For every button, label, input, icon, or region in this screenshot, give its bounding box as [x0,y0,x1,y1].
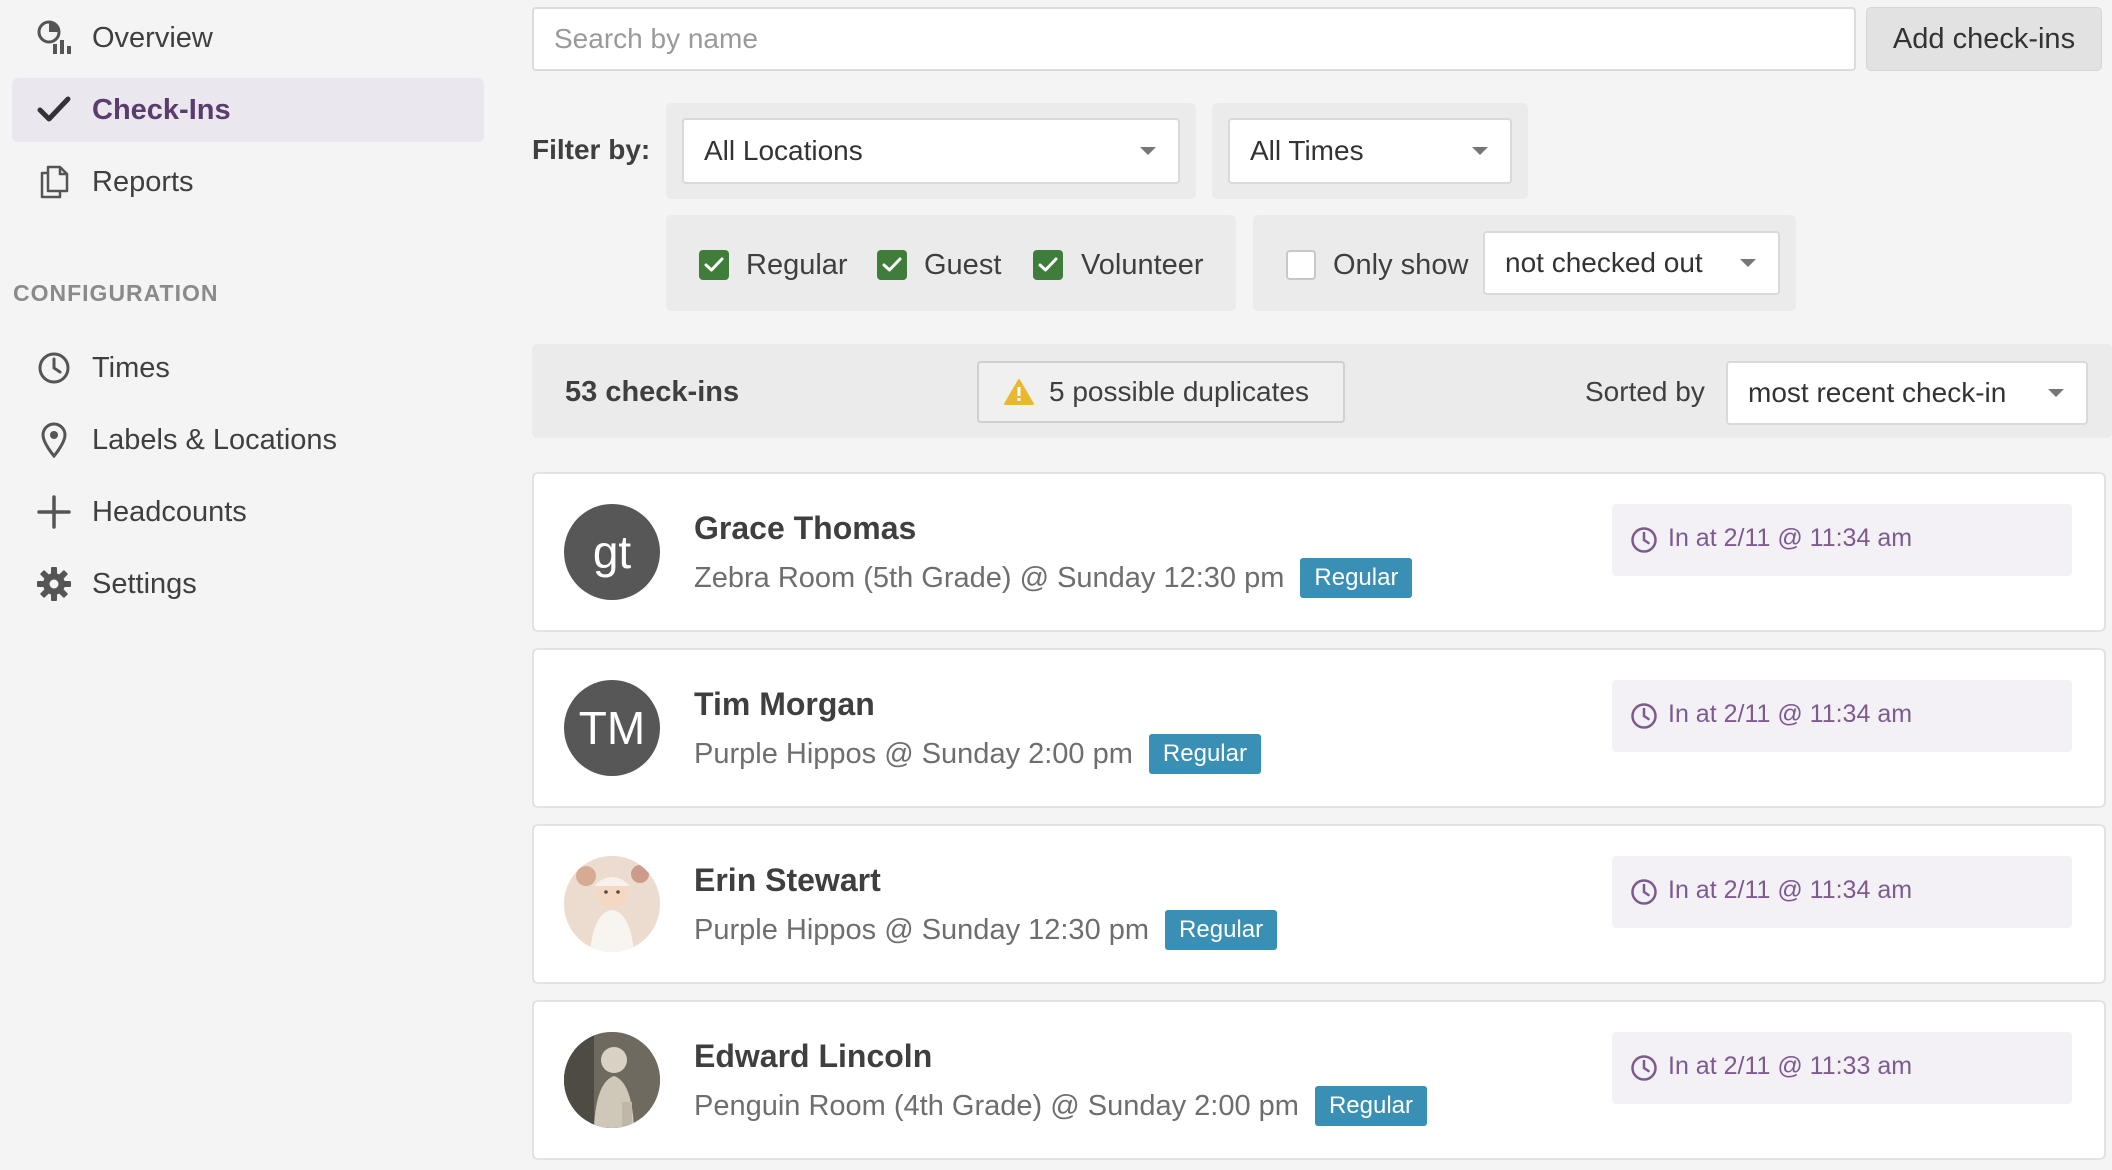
only-show-select-value: not checked out [1505,247,1703,278]
sidebar-item-overview[interactable]: Overview [12,6,484,70]
sort-select-value: most recent check-in [1748,377,2007,408]
check-in-time-text: In at 2/11 @ 11:34 am [1668,524,1913,552]
person-name[interactable]: Edward Lincoln [694,1038,932,1075]
chevron-down-icon [2048,389,2064,397]
possible-duplicates-label: 5 possible duplicates [1049,376,1309,407]
check-in-card[interactable]: gt Grace Thomas Zebra Room (5th Grade) @… [532,472,2106,632]
location-select-value: All Locations [704,135,863,166]
clock-icon [1630,1054,1658,1087]
check-in-time: In at 2/11 @ 11:33 am [1612,1032,2072,1104]
location-select[interactable]: All Locations [682,118,1180,184]
avatar: TM [564,680,660,776]
kind-badge: Regular [1300,558,1413,598]
add-check-ins-button[interactable]: Add check-ins [1866,7,2102,71]
time-select-value: All Times [1250,135,1364,166]
check-in-detail: Penguin Room (4th Grade) @ Sunday 2:00 p… [694,1086,1427,1126]
guest-checkbox-label: Guest [924,249,1002,281]
volunteer-checkbox-label: Volunteer [1081,249,1204,281]
baby-photo-icon [564,856,660,952]
sort-select[interactable]: most recent check-in [1726,361,2088,425]
kind-badge: Regular [1165,910,1278,950]
reports-icon [34,162,74,202]
check-in-time-text: In at 2/11 @ 11:34 am [1668,700,1913,728]
location-time-text: Zebra Room (5th Grade) @ Sunday 12:30 pm [694,561,1285,594]
regular-checkbox-label: Regular [746,249,848,281]
check-in-card[interactable]: TM Tim Morgan Purple Hippos @ Sunday 2:0… [532,648,2106,808]
location-time-text: Purple Hippos @ Sunday 2:00 pm [694,737,1133,770]
only-show-select[interactable]: not checked out [1483,231,1780,295]
check-in-time: In at 2/11 @ 11:34 am [1612,504,2072,576]
time-select[interactable]: All Times [1228,118,1512,184]
guest-checkbox[interactable] [877,250,907,280]
sidebar-item-label: Settings [92,568,197,600]
only-show-label: Only show [1333,249,1469,281]
clock-icon [1630,878,1658,911]
location-time-text: Purple Hippos @ Sunday 12:30 pm [694,913,1150,946]
sidebar-item-label: Labels & Locations [92,424,338,456]
chevron-down-icon [1740,259,1756,267]
sidebar-item-label: Times [92,352,170,384]
avatar: gt [564,504,660,600]
chevron-down-icon [1472,147,1488,155]
sorted-by-label: Sorted by [1585,376,1705,407]
check-in-time-text: In at 2/11 @ 11:34 am [1668,876,1913,904]
overview-icon [34,18,74,58]
sidebar-item-settings[interactable]: Settings [12,552,484,616]
check-in-detail: Zebra Room (5th Grade) @ Sunday 12:30 pm… [694,558,1413,598]
sidebar-item-check-ins[interactable]: Check-Ins [12,78,484,142]
location-pin-icon [34,420,74,460]
check-in-detail: Purple Hippos @ Sunday 2:00 pm Regular [694,734,1261,774]
clock-icon [1630,702,1658,735]
avatar [564,856,660,952]
possible-duplicates-button[interactable]: 5 possible duplicates [977,361,1345,423]
filter-label: Filter by: [532,134,651,165]
sidebar-item-reports[interactable]: Reports [12,150,484,214]
chevron-down-icon [1140,147,1156,155]
kind-badge: Regular [1148,734,1261,774]
check-in-time-text: In at 2/11 @ 11:33 am [1668,1052,1913,1080]
check-in-card[interactable]: Edward Lincoln Penguin Room (4th Grade) … [532,1000,2106,1160]
sidebar-item-label: Check-Ins [92,94,231,126]
gear-icon [34,564,74,604]
sidebar-item-times[interactable]: Times [12,336,484,400]
avatar [564,1032,660,1128]
check-in-time: In at 2/11 @ 11:34 am [1612,680,2072,752]
only-show-checkbox[interactable] [1286,250,1316,280]
check-in-count: 53 check-ins [565,376,740,408]
plus-icon [34,492,74,532]
check-icon [34,90,74,130]
clock-icon [1630,526,1658,559]
location-time-text: Penguin Room (4th Grade) @ Sunday 2:00 p… [694,1089,1299,1122]
sidebar-item-label: Reports [92,166,194,198]
sidebar-item-labels-locations[interactable]: Labels & Locations [12,408,484,472]
sidebar-item-label: Overview [92,22,213,54]
sidebar: Overview Check-Ins Reports CONFIGURATION [0,0,500,1170]
person-name[interactable]: Grace Thomas [694,510,916,547]
search-input[interactable] [532,7,1856,71]
check-in-card[interactable]: Erin Stewart Purple Hippos @ Sunday 12:3… [532,824,2106,984]
clock-icon [34,348,74,388]
check-in-time: In at 2/11 @ 11:34 am [1612,856,2072,928]
kind-badge: Regular [1314,1086,1427,1126]
sidebar-item-headcounts[interactable]: Headcounts [12,480,484,544]
sidebar-item-label: Headcounts [92,496,247,528]
check-in-detail: Purple Hippos @ Sunday 12:30 pm Regular [694,910,1278,950]
person-name[interactable]: Erin Stewart [694,862,881,899]
volunteer-checkbox[interactable] [1033,250,1063,280]
configuration-heading: CONFIGURATION [13,280,219,306]
vintage-photo-icon [564,1032,660,1128]
warning-icon [1003,378,1035,411]
person-name[interactable]: Tim Morgan [694,686,875,723]
regular-checkbox[interactable] [699,250,729,280]
